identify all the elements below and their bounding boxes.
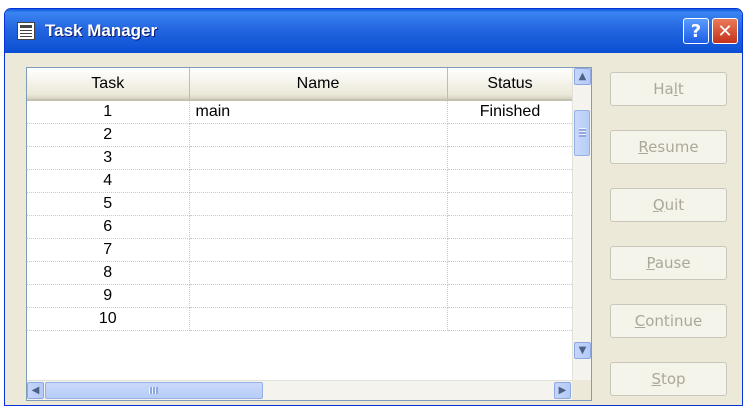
table-row[interactable]: 2 — [27, 123, 574, 147]
close-button[interactable]: ✕ — [712, 18, 738, 44]
table-row[interactable]: 7 — [27, 238, 574, 262]
window-title: Task Manager — [45, 21, 158, 40]
cell-status[interactable]: Finished — [447, 100, 574, 124]
column-header-task[interactable]: Task — [27, 68, 190, 101]
chevron-up-icon: ▲ — [578, 71, 587, 82]
cell-status[interactable] — [447, 169, 574, 193]
help-button[interactable]: ? — [683, 18, 709, 44]
column-header-name[interactable]: Name — [189, 68, 448, 101]
title-bar-buttons: ? ✕ — [683, 18, 738, 44]
cell-name[interactable] — [189, 238, 448, 262]
title-bar[interactable]: Task Manager ? ✕ — [5, 9, 742, 53]
cell-status[interactable] — [447, 261, 574, 285]
task-table: Task Name Status 1 main Finished 2 3 4 5 6 7 8 9 10 — [27, 68, 574, 331]
vertical-scrollbar[interactable]: ▲ ▼ — [572, 68, 591, 380]
task-manager-window: Task Manager ? ✕ Task Name Status 1 main… — [4, 8, 743, 406]
cell-name[interactable] — [189, 192, 448, 216]
cell-task[interactable]: 9 — [27, 284, 190, 308]
scroll-right-button[interactable]: ▶ — [554, 382, 571, 399]
scroll-left-button[interactable]: ◀ — [27, 382, 44, 399]
quit-label: Quit — [652, 196, 685, 214]
cell-task[interactable]: 10 — [27, 307, 190, 331]
cell-status[interactable] — [447, 238, 574, 262]
cell-name[interactable] — [189, 169, 448, 193]
scroll-up-button[interactable]: ▲ — [574, 68, 591, 85]
cell-name[interactable] — [189, 261, 448, 285]
cell-task[interactable]: 8 — [27, 261, 190, 285]
cell-status[interactable] — [447, 192, 574, 216]
continue-button[interactable]: Continue — [610, 304, 727, 338]
table-row[interactable]: 5 — [27, 192, 574, 216]
stop-label: Stop — [651, 370, 686, 388]
task-grid[interactable]: Task Name Status 1 main Finished 2 3 4 5 6 7 8 9 10… — [26, 67, 592, 401]
column-header-status[interactable]: Status — [447, 68, 574, 101]
cell-name[interactable]: main — [189, 100, 448, 124]
cell-name[interactable] — [189, 284, 448, 308]
cell-name[interactable] — [189, 307, 448, 331]
cell-task[interactable]: 5 — [27, 192, 190, 216]
vertical-scroll-thumb[interactable] — [574, 110, 590, 156]
halt-button[interactable]: Halt — [610, 72, 727, 106]
cell-status[interactable] — [447, 307, 574, 331]
cell-status[interactable] — [447, 284, 574, 308]
horizontal-scroll-thumb[interactable] — [45, 382, 263, 399]
scroll-down-button[interactable]: ▼ — [574, 342, 591, 359]
table-row[interactable]: 3 — [27, 146, 574, 170]
cell-name[interactable] — [189, 146, 448, 170]
table-row[interactable]: 10 — [27, 307, 574, 331]
cell-task[interactable]: 6 — [27, 215, 190, 239]
quit-button[interactable]: Quit — [610, 188, 727, 222]
cell-name[interactable] — [189, 215, 448, 239]
table-row[interactable]: 8 — [27, 261, 574, 285]
cell-task[interactable]: 1 — [27, 100, 190, 124]
cell-status[interactable] — [447, 215, 574, 239]
resume-label: Resume — [638, 138, 699, 156]
cell-task[interactable]: 2 — [27, 123, 190, 147]
table-row[interactable]: 6 — [27, 215, 574, 239]
cell-task[interactable]: 4 — [27, 169, 190, 193]
chevron-left-icon: ◀ — [31, 385, 40, 396]
chevron-down-icon: ▼ — [578, 345, 587, 356]
question-mark-icon: ? — [690, 20, 702, 42]
chevron-right-icon: ▶ — [558, 385, 567, 396]
table-row[interactable]: 1 main Finished — [27, 100, 574, 124]
cell-status[interactable] — [447, 123, 574, 147]
halt-label: Halt — [653, 80, 684, 98]
pause-button[interactable]: Pause — [610, 246, 727, 280]
cell-status[interactable] — [447, 146, 574, 170]
scrollbar-corner — [572, 380, 591, 400]
stop-button[interactable]: Stop — [610, 362, 727, 396]
cell-task[interactable]: 7 — [27, 238, 190, 262]
cell-name[interactable] — [189, 123, 448, 147]
resume-button[interactable]: Resume — [610, 130, 727, 164]
table-header-row: Task Name Status — [27, 68, 574, 101]
table-row[interactable]: 4 — [27, 169, 574, 193]
continue-label: Continue — [634, 312, 703, 330]
table-row[interactable]: 9 — [27, 284, 574, 308]
app-window-icon — [17, 22, 35, 40]
horizontal-scrollbar[interactable]: ◀ ▶ — [27, 380, 573, 400]
close-icon: ✕ — [717, 20, 733, 42]
cell-task[interactable]: 3 — [27, 146, 190, 170]
pause-label: Pause — [646, 254, 691, 272]
